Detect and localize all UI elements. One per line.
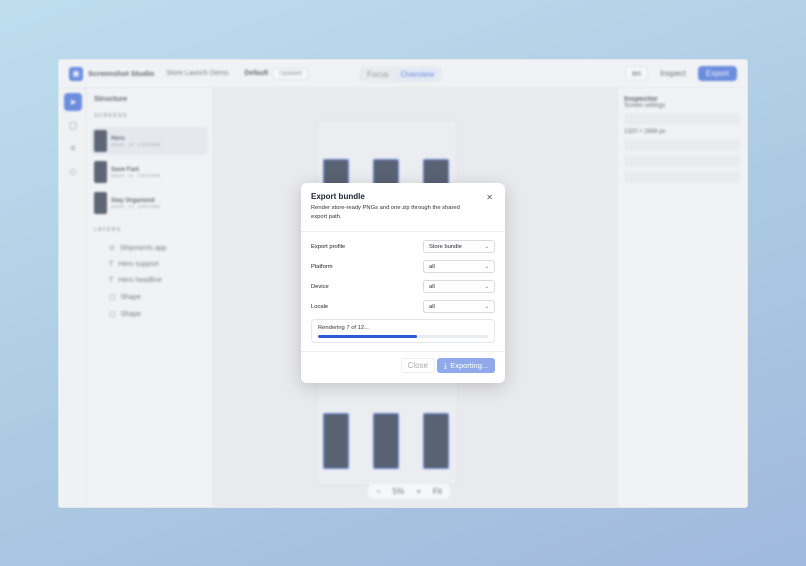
device-select[interactable]: all ⌄ <box>423 280 495 293</box>
chevron-down-icon: ⌄ <box>484 263 489 270</box>
field-label: Locale <box>311 303 329 310</box>
platform-select[interactable]: all ⌄ <box>423 260 495 273</box>
chevron-down-icon: ⌄ <box>484 303 489 310</box>
export-bundle-dialog: Export bundle ✕ Render store-ready PNGs … <box>301 183 505 383</box>
close-button[interactable]: Close <box>400 358 435 373</box>
dialog-divider <box>301 231 505 232</box>
download-icon: ⤓ <box>443 360 448 370</box>
close-icon[interactable]: ✕ <box>486 193 493 202</box>
chevron-down-icon: ⌄ <box>484 283 489 290</box>
progress-text: Rendering 7 of 12... <box>318 325 369 331</box>
progress-bar <box>318 335 488 338</box>
dialog-footer-divider <box>301 351 505 352</box>
exporting-button[interactable]: ⤓ Exporting... <box>437 358 495 373</box>
select-value: Store bundle <box>429 243 462 250</box>
platform-row: Platform all ⌄ <box>311 260 495 273</box>
locale-select[interactable]: all ⌄ <box>423 300 495 313</box>
export-profile-row: Export profile Store bundle ⌄ <box>311 240 495 253</box>
select-value: all <box>429 283 435 290</box>
device-row: Device all ⌄ <box>311 280 495 293</box>
locale-row: Locale all ⌄ <box>311 300 495 313</box>
select-value: all <box>429 263 435 270</box>
field-label: Device <box>311 283 329 290</box>
chevron-down-icon: ⌄ <box>484 243 489 250</box>
dialog-title: Export bundle <box>311 192 365 201</box>
exporting-label: Exporting... <box>450 361 489 370</box>
field-label: Platform <box>311 263 333 270</box>
progress-fill <box>318 335 417 338</box>
field-label: Export profile <box>311 243 346 250</box>
progress-panel: Rendering 7 of 12... <box>311 319 495 343</box>
dialog-description: Render store-ready PNGs and one zip thro… <box>311 205 460 220</box>
select-value: all <box>429 303 435 310</box>
export-profile-select[interactable]: Store bundle ⌄ <box>423 240 495 253</box>
